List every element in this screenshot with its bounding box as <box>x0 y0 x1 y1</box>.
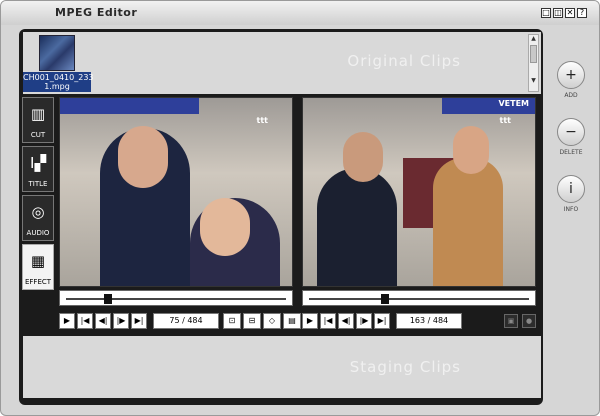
play-icon[interactable]: ▶ <box>59 313 75 329</box>
go-to-start-icon[interactable]: |◀ <box>77 313 93 329</box>
scroll-up-icon[interactable]: ▲ <box>529 35 538 43</box>
right-face-two <box>453 126 489 174</box>
left-position-slider[interactable] <box>59 290 293 306</box>
step-forward-icon[interactable]: |▶ <box>113 313 129 329</box>
right-person-two <box>433 158 503 286</box>
original-clips-panel[interactable]: Original Clips <box>23 32 541 94</box>
go-to-end-icon[interactable]: ▶| <box>374 313 390 329</box>
mark-out-icon[interactable]: ⊟ <box>243 313 261 329</box>
right-video-preview[interactable]: VETEM ttt <box>302 97 536 287</box>
title-label: TITLE <box>28 180 48 188</box>
cut-label: CUT <box>30 131 46 139</box>
window-controls: □ ◫ ✕ ? <box>541 8 587 18</box>
scroll-down-icon[interactable]: ▼ <box>529 77 538 85</box>
close-button[interactable]: ✕ <box>565 8 575 18</box>
right-person-one <box>317 168 397 286</box>
right-slider-track <box>309 298 529 300</box>
effect-tool-button[interactable]: ▦ EFFECT <box>22 244 54 290</box>
help-button[interactable]: ? <box>577 8 587 18</box>
left-transport-controls: ▶ |◀ ◀| |▶ ▶| 75 / 484 ⊡ ⊟ ◇ ▤ <box>59 312 303 330</box>
scissors-grid-icon: ▥ <box>30 105 46 123</box>
left-slider-knob[interactable] <box>104 294 113 304</box>
go-to-start-icon[interactable]: |◀ <box>320 313 336 329</box>
clip-name: CH001_0410_233 <box>23 73 94 82</box>
left-frame-counter: 75 / 484 <box>153 313 219 329</box>
staging-clips-panel[interactable]: Staging Clips <box>23 336 541 398</box>
left-video-preview[interactable]: ttt <box>59 97 293 287</box>
restore-button[interactable]: □ <box>541 8 551 18</box>
delete-button[interactable]: − <box>557 118 585 146</box>
title-icon: I▞ <box>30 154 46 172</box>
effect-grid-icon: ▦ <box>30 252 46 270</box>
store-sign: VETEM <box>498 99 529 108</box>
left-watermark: ttt <box>256 116 268 125</box>
right-slider-knob[interactable] <box>381 294 390 304</box>
right-position-slider[interactable] <box>302 290 536 306</box>
title-tool-button[interactable]: I▞ TITLE <box>22 146 54 192</box>
right-watermark: ttt <box>499 116 511 125</box>
tool-column: ▥ CUT I▞ TITLE ◎ AUDIO ▦ EFFECT <box>22 97 55 293</box>
step-back-icon[interactable]: ◀| <box>95 313 111 329</box>
add-button[interactable]: + <box>557 61 585 89</box>
tile-button[interactable]: ◫ <box>553 8 563 18</box>
mark-in-icon[interactable]: ⊡ <box>223 313 241 329</box>
left-video-banner <box>60 98 200 114</box>
cut-tool-button[interactable]: ▥ CUT <box>22 97 54 143</box>
left-slider-track <box>66 298 286 300</box>
audio-label: AUDIO <box>26 229 50 237</box>
right-transport-controls: ▶ |◀ ◀| |▶ ▶| 163 / 484 <box>302 312 466 330</box>
right-frame-counter: 163 / 484 <box>396 313 462 329</box>
audio-tool-button[interactable]: ◎ AUDIO <box>22 195 54 241</box>
record-icon[interactable]: ● <box>522 314 536 328</box>
info-label: INFO <box>563 206 579 213</box>
eraser-icon[interactable]: ◇ <box>263 313 281 329</box>
window-title: MPEG Editor <box>55 6 138 19</box>
clip-label[interactable]: CH001_0410_233 1.mpg <box>23 72 94 92</box>
mini-buttons: ▣ ● <box>504 314 536 328</box>
left-face-one <box>118 126 168 188</box>
mpeg-editor-window: MPEG Editor □ ◫ ✕ ? Original Clips CH001… <box>0 0 600 416</box>
staging-clips-caption: Staging Clips <box>349 358 461 376</box>
go-to-end-icon[interactable]: ▶| <box>131 313 147 329</box>
delete-label: DELETE <box>559 149 583 156</box>
info-button[interactable]: i <box>557 175 585 203</box>
clips-scrollbar[interactable]: ▲ ▼ <box>528 34 539 92</box>
monitor-icon[interactable]: ▣ <box>504 314 518 328</box>
left-face-two <box>200 198 250 256</box>
list-grid-icon[interactable]: ▤ <box>283 313 301 329</box>
add-label: ADD <box>564 92 578 99</box>
clip-thumbnail[interactable] <box>39 35 75 71</box>
title-bar[interactable]: MPEG Editor □ ◫ ✕ ? <box>1 1 599 25</box>
right-face-one <box>343 132 383 182</box>
scroll-thumb[interactable] <box>530 45 537 63</box>
play-icon[interactable]: ▶ <box>302 313 318 329</box>
step-forward-icon[interactable]: |▶ <box>356 313 372 329</box>
effect-label: EFFECT <box>24 278 52 286</box>
audio-disc-icon: ◎ <box>31 203 45 221</box>
original-clips-caption: Original Clips <box>347 52 461 70</box>
step-back-icon[interactable]: ◀| <box>338 313 354 329</box>
clip-extension: 1.mpg <box>44 82 70 91</box>
